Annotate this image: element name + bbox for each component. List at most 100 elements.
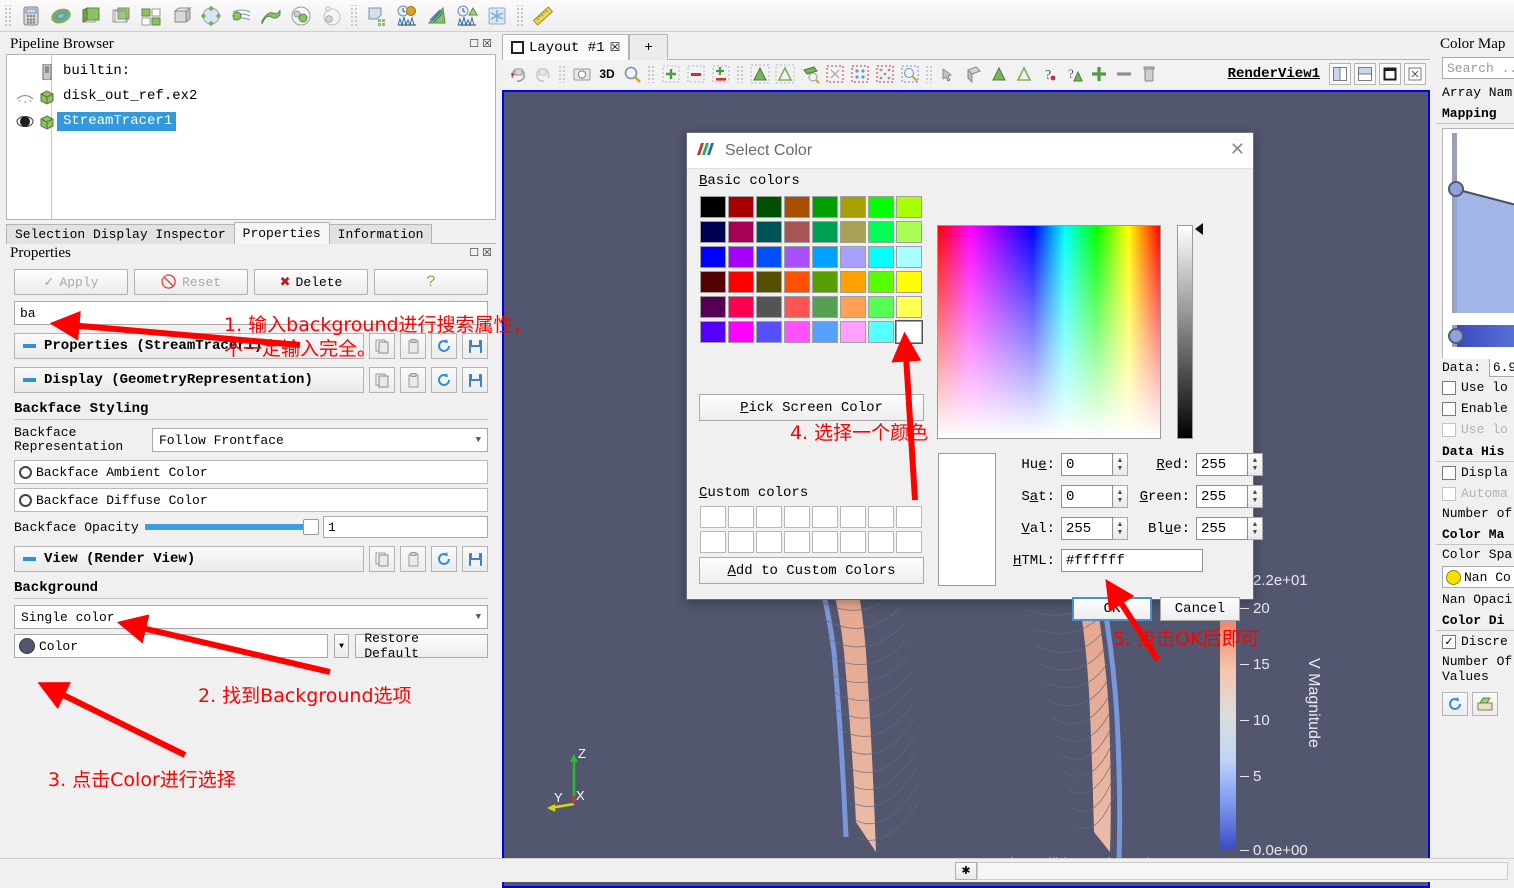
basic-color-swatch[interactable] <box>840 271 866 293</box>
custom-color-swatch[interactable] <box>896 506 922 528</box>
backface-opacity-value[interactable]: 1 <box>323 516 488 538</box>
toolbar-grip-3[interactable] <box>515 5 525 27</box>
custom-color-swatch[interactable] <box>868 531 894 553</box>
glyph-icon[interactable] <box>196 2 226 30</box>
copy-properties-icon[interactable] <box>369 333 395 359</box>
basic-color-swatch[interactable] <box>728 246 754 268</box>
properties-close-icon[interactable]: ☒ <box>482 248 492 259</box>
refresh-icon[interactable] <box>1442 692 1468 716</box>
basic-color-swatch[interactable] <box>896 321 922 343</box>
copy-display-icon[interactable] <box>369 367 395 393</box>
extract-subset-icon[interactable] <box>166 2 196 30</box>
basic-color-swatch[interactable] <box>756 321 782 343</box>
slice-icon[interactable] <box>106 2 136 30</box>
basic-color-swatch[interactable] <box>784 296 810 318</box>
group-header-properties[interactable]: Properties (StreamTracer1) <box>14 333 364 359</box>
save-defaults-icon[interactable] <box>462 333 488 359</box>
select-color-dialog[interactable]: Select Color ✕ Basic colors Pick Screen … <box>686 132 1254 600</box>
basic-color-swatch[interactable] <box>756 296 782 318</box>
basic-color-swatch[interactable] <box>812 271 838 293</box>
custom-colors-grid[interactable] <box>699 505 923 555</box>
basic-color-swatch[interactable] <box>700 271 726 293</box>
basic-color-swatch[interactable] <box>784 321 810 343</box>
camera-x-axis-icon[interactable] <box>987 62 1011 86</box>
red-input[interactable]: 255 <box>1196 453 1248 476</box>
paste-view-icon[interactable] <box>400 546 426 572</box>
split-horizontal-icon[interactable] <box>1329 63 1351 85</box>
custom-color-swatch[interactable] <box>756 506 782 528</box>
checkbox-icon[interactable]: ✓ <box>1442 635 1456 649</box>
basic-color-swatch[interactable] <box>784 271 810 293</box>
checkbox-icon[interactable] <box>1442 402 1456 416</box>
3d-toggle-button[interactable]: 3D <box>595 62 619 86</box>
color-map-search-input[interactable]: Search ... <box>1442 57 1514 79</box>
clip-icon[interactable] <box>76 2 106 30</box>
pipeline-item-builtin[interactable]: builtin: <box>7 59 495 84</box>
tab-layout-1[interactable]: Layout #1 ☒ <box>502 34 629 60</box>
tab-properties[interactable]: Properties <box>234 222 330 244</box>
custom-color-swatch[interactable] <box>700 506 726 528</box>
basic-color-swatch[interactable] <box>700 321 726 343</box>
custom-color-swatch[interactable] <box>868 506 894 528</box>
html-input[interactable]: #ffffff <box>1061 549 1203 572</box>
custom-color-swatch[interactable] <box>812 531 838 553</box>
layout-tab-close-icon[interactable]: ☒ <box>610 40 621 55</box>
checkbox-icon[interactable] <box>1442 381 1456 395</box>
discretize-check[interactable]: ✓ Discre <box>1436 631 1514 652</box>
basic-color-swatch[interactable] <box>812 246 838 268</box>
value-slider[interactable] <box>1177 225 1193 439</box>
sat-input[interactable]: 0 <box>1061 485 1113 508</box>
camera-y-icon[interactable] <box>773 62 797 86</box>
apply-button[interactable]: ✓ Apply <box>14 269 128 295</box>
add-layout-tab-button[interactable]: + <box>629 34 667 60</box>
basic-color-swatch[interactable] <box>868 321 894 343</box>
hue-input[interactable]: 0 <box>1061 453 1113 476</box>
nan-color-button[interactable]: Nan Co <box>1442 566 1514 588</box>
basic-color-swatch[interactable] <box>868 221 894 243</box>
delete-button[interactable]: ✖ Delete <box>254 269 368 295</box>
select-frustum-icon[interactable] <box>873 62 897 86</box>
properties-search-input[interactable]: ba <box>14 301 488 325</box>
pipeline-item-streamtracer1[interactable]: StreamTracer1 <box>7 109 495 134</box>
backface-representation-combo[interactable]: Follow Frontface ▼ <box>152 428 488 452</box>
green-input[interactable]: 255 <box>1196 485 1248 508</box>
toolbar-grip-2[interactable] <box>349 5 359 27</box>
help-button[interactable]: ? <box>374 269 488 295</box>
calculator-icon[interactable] <box>16 2 46 30</box>
basic-color-swatch[interactable] <box>784 221 810 243</box>
temporal-icon[interactable] <box>482 2 512 30</box>
red-stepper[interactable]: ▲▼ <box>1248 453 1263 476</box>
backface-opacity-slider[interactable] <box>145 519 317 535</box>
threshold-icon[interactable] <box>136 2 166 30</box>
cancel-button[interactable]: Cancel <box>1160 597 1240 621</box>
green-stepper[interactable]: ▲▼ <box>1248 485 1263 508</box>
zoom-to-data-icon[interactable] <box>709 62 733 86</box>
group-datasets-icon[interactable] <box>286 2 316 30</box>
basic-color-swatch[interactable] <box>756 271 782 293</box>
select-cells-icon[interactable] <box>823 62 847 86</box>
maximize-icon[interactable] <box>1379 63 1401 85</box>
custom-color-swatch[interactable] <box>784 506 810 528</box>
zoom-to-box-icon[interactable] <box>684 62 708 86</box>
basic-color-swatch[interactable] <box>896 221 922 243</box>
copy-view-icon[interactable] <box>369 546 395 572</box>
save-preset-icon[interactable] <box>1472 692 1498 716</box>
basic-color-swatch[interactable] <box>728 221 754 243</box>
custom-color-swatch[interactable] <box>700 531 726 553</box>
basic-color-swatch[interactable] <box>840 296 866 318</box>
transfer-function-editor[interactable] <box>1442 128 1514 358</box>
sat-stepper[interactable]: ▲▼ <box>1113 485 1128 508</box>
plot-over-line-icon[interactable] <box>392 2 422 30</box>
custom-color-swatch[interactable] <box>728 506 754 528</box>
dialog-titlebar[interactable]: Select Color ✕ <box>687 133 1253 169</box>
pipeline-item-disk-out-ref[interactable]: disk_out_ref.ex2 <box>7 84 495 109</box>
ruler-icon[interactable] <box>528 2 558 30</box>
group-header-view[interactable]: View (Render View) <box>14 546 364 572</box>
toolbar-grip[interactable] <box>3 5 13 27</box>
hidden-eye-icon[interactable] <box>13 91 37 103</box>
render-view-title[interactable]: RenderView1 <box>1228 66 1326 82</box>
add-to-custom-colors-button[interactable]: Add to Custom Colors <box>699 557 924 584</box>
pick-screen-color-button[interactable]: Pick Screen Color <box>699 394 924 421</box>
reset-button[interactable]: 🚫 Reset <box>134 269 248 295</box>
custom-color-swatch[interactable] <box>896 531 922 553</box>
